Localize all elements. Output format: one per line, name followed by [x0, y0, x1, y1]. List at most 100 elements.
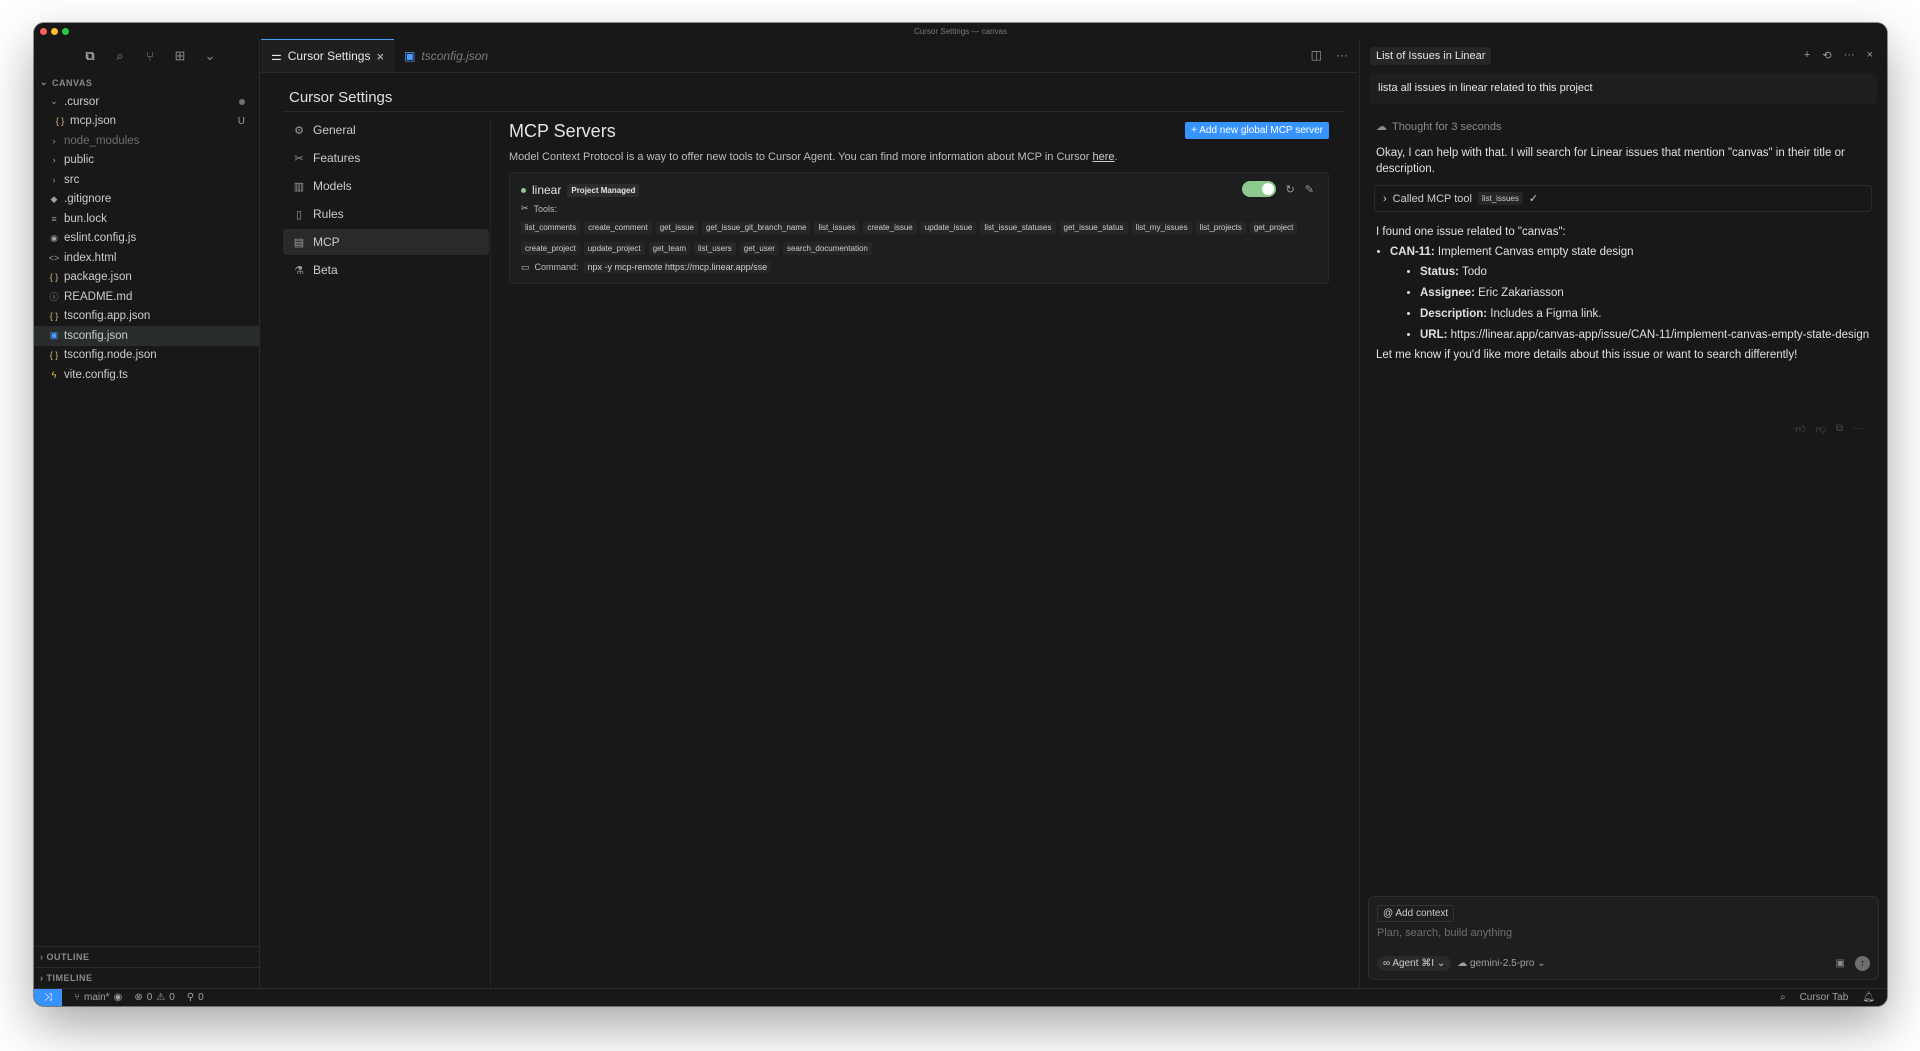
tree-item-package-json[interactable]: { } package.json: [34, 268, 259, 288]
tree-item-mcp-json[interactable]: { } mcp.json U: [34, 112, 259, 132]
tree-item-eslint-config[interactable]: ◉ eslint.config.js: [34, 229, 259, 249]
problems-indicator[interactable]: ⊗ 0 ⚠ 0: [134, 992, 174, 1003]
terminal-icon: ▭: [521, 261, 530, 272]
mcp-tool-call[interactable]: › Called MCP tool list_issues ✓: [1374, 185, 1872, 212]
chat-composer: @ Add context Plan, search, build anythi…: [1368, 896, 1879, 980]
files-icon[interactable]: ⧉: [82, 48, 98, 64]
tree-item-tsconfig-app[interactable]: { } tsconfig.app.json: [34, 307, 259, 327]
chevron-right-icon: ›: [52, 155, 56, 166]
zoom-icon[interactable]: ⌕: [1780, 992, 1786, 1003]
project-managed-badge: Project Managed: [567, 183, 640, 197]
sidebar-bottom-sections: › OUTLINE › TIMELINE: [34, 946, 259, 988]
thought-indicator[interactable]: ☁ Thought for 3 seconds: [1376, 120, 1887, 134]
chat-input[interactable]: Plan, search, build anything: [1377, 927, 1512, 939]
issue-list: CAN-11: Implement Canvas empty state des…: [1390, 244, 1871, 343]
server-enabled-toggle[interactable]: [1241, 181, 1276, 197]
outline-section[interactable]: › OUTLINE: [34, 946, 259, 967]
tree-item-tsconfig-node[interactable]: { } tsconfig.node.json: [34, 346, 259, 366]
explorer-section-header[interactable]: ⌄ CANVAS: [34, 73, 259, 92]
extensions-icon[interactable]: ⊞: [172, 48, 188, 64]
remote-icon[interactable]: ⤨: [34, 988, 62, 1006]
status-dot-icon: [521, 187, 526, 193]
bell-icon[interactable]: 🔔︎: [1862, 992, 1875, 1003]
untracked-badge: U: [237, 115, 245, 127]
tools-icon: ✂: [294, 152, 304, 165]
editor-area: ⚌ Cursor Settings × ▣ tsconfig.json ◫ ··…: [261, 39, 1358, 988]
tree-item-cursor-folder[interactable]: ⌄ .cursor: [34, 92, 259, 112]
cursor-tab-status[interactable]: Cursor Tab: [1800, 992, 1849, 1003]
tool-chip: list_issues: [814, 221, 860, 234]
more-icon[interactable]: ···: [1853, 423, 1863, 435]
tree-item-tsconfig[interactable]: ▣ tsconfig.json: [34, 326, 259, 346]
tab-tsconfig[interactable]: ▣ tsconfig.json: [394, 39, 498, 72]
split-editor-icon[interactable]: ◫: [1311, 48, 1322, 62]
send-button[interactable]: ↑: [1855, 956, 1870, 971]
server-header: linear Project Managed: [521, 183, 1317, 197]
chevron-right-icon: ›: [52, 135, 56, 146]
source-control-icon[interactable]: ⑂: [142, 49, 158, 64]
message-actions: 👍︎ 👎︎ ⧉ ···: [1795, 423, 1863, 435]
minimize-window-button[interactable]: [51, 28, 58, 35]
tool-chip: create_comment: [584, 221, 652, 234]
tool-chip: list_issue_statuses: [980, 221, 1056, 234]
tree-item-readme[interactable]: ⓘ README.md: [34, 287, 259, 307]
close-window-button[interactable]: [40, 28, 47, 35]
tree-item-vite-config[interactable]: ϟ vite.config.ts: [34, 365, 259, 385]
thumbs-down-icon[interactable]: 👎︎: [1816, 423, 1826, 435]
image-icon[interactable]: ▣: [1836, 958, 1845, 969]
settings-nav-features[interactable]: ✂ Features: [283, 145, 489, 171]
thumbs-up-icon[interactable]: 👍︎: [1795, 423, 1805, 435]
command-row: ▭ Command: npx -y mcp-remote https://mcp…: [521, 261, 1317, 273]
settings-title: Cursor Settings: [289, 89, 393, 106]
settings-nav-beta[interactable]: ⚗ Beta: [283, 257, 489, 283]
chevron-down-icon[interactable]: ⌄: [202, 48, 218, 64]
issue-assignee: Assignee: Eric Zakariasson: [1420, 285, 1871, 301]
chat-tab-title[interactable]: List of Issues in Linear: [1370, 47, 1492, 65]
chevron-down-icon: ⌄: [40, 77, 49, 87]
tool-chip: get_issue: [655, 221, 698, 234]
tree-item-node-modules[interactable]: › node_modules: [34, 131, 259, 151]
tree-item-gitignore[interactable]: ◆ .gitignore: [34, 190, 259, 210]
nav-separator: [490, 119, 491, 988]
history-icon[interactable]: ⟲: [1822, 49, 1831, 62]
mcp-docs-link[interactable]: here: [1093, 151, 1115, 163]
timeline-section[interactable]: › TIMELINE: [34, 967, 259, 988]
settings-nav-models[interactable]: ▥ Models: [283, 173, 489, 199]
settings-nav-rules[interactable]: ▯ Rules: [283, 201, 489, 227]
add-mcp-server-button[interactable]: + Add new global MCP server: [1185, 122, 1329, 139]
more-icon[interactable]: ···: [1844, 49, 1855, 62]
settings-nav: ⚙ General ✂ Features ▥ Models ▯ Rules ▤ …: [283, 117, 489, 285]
json-file-icon: { }: [49, 311, 59, 322]
branch-indicator[interactable]: ⑂ main* ◉: [74, 992, 122, 1003]
new-chat-icon[interactable]: +: [1804, 49, 1810, 62]
model-selector[interactable]: ☁ gemini-2.5-pro ⌄: [1457, 958, 1545, 969]
edit-icon[interactable]: ✎: [1305, 183, 1314, 196]
close-icon[interactable]: ×: [1867, 49, 1873, 62]
agent-mode-selector[interactable]: ∞ Agent ⌘I ⌄: [1377, 956, 1452, 971]
tree-item-bun-lock[interactable]: ≡ bun.lock: [34, 209, 259, 229]
tree-item-public[interactable]: › public: [34, 151, 259, 171]
settings-nav-mcp[interactable]: ▤ MCP: [283, 229, 489, 255]
tree-item-index-html[interactable]: <> index.html: [34, 248, 259, 268]
titlebar: Cursor Settings — canvas: [34, 23, 1887, 39]
command-value: npx -y mcp-remote https://mcp.linear.app…: [583, 261, 772, 273]
more-actions-icon[interactable]: ···: [1336, 48, 1348, 62]
tree-item-src[interactable]: › src: [34, 170, 259, 190]
close-tab-icon[interactable]: ×: [376, 49, 384, 64]
copy-icon[interactable]: ⧉: [1836, 423, 1843, 435]
settings-nav-general[interactable]: ⚙ General: [283, 117, 489, 143]
tool-chip: get_user: [739, 242, 779, 255]
tool-chip: create_issue: [863, 221, 917, 234]
file-tree: ⌄ .cursor { } mcp.json U › node_modules …: [34, 92, 259, 385]
add-context-button[interactable]: @ Add context: [1377, 905, 1455, 922]
refresh-icon[interactable]: ↻: [1286, 183, 1295, 196]
error-icon: ⊗: [134, 992, 143, 1003]
tab-cursor-settings[interactable]: ⚌ Cursor Settings ×: [261, 39, 395, 72]
bar-chart-icon: ▥: [293, 180, 305, 193]
search-icon[interactable]: ⌕: [112, 48, 128, 64]
maximize-window-button[interactable]: [62, 28, 69, 35]
git-file-icon: ◆: [50, 193, 58, 204]
chat-panel: List of Issues in Linear + ⟲ ··· × lista…: [1359, 39, 1887, 988]
user-message[interactable]: lista all issues in linear related to th…: [1370, 73, 1877, 104]
ports-indicator[interactable]: ⚲ 0: [187, 992, 204, 1003]
